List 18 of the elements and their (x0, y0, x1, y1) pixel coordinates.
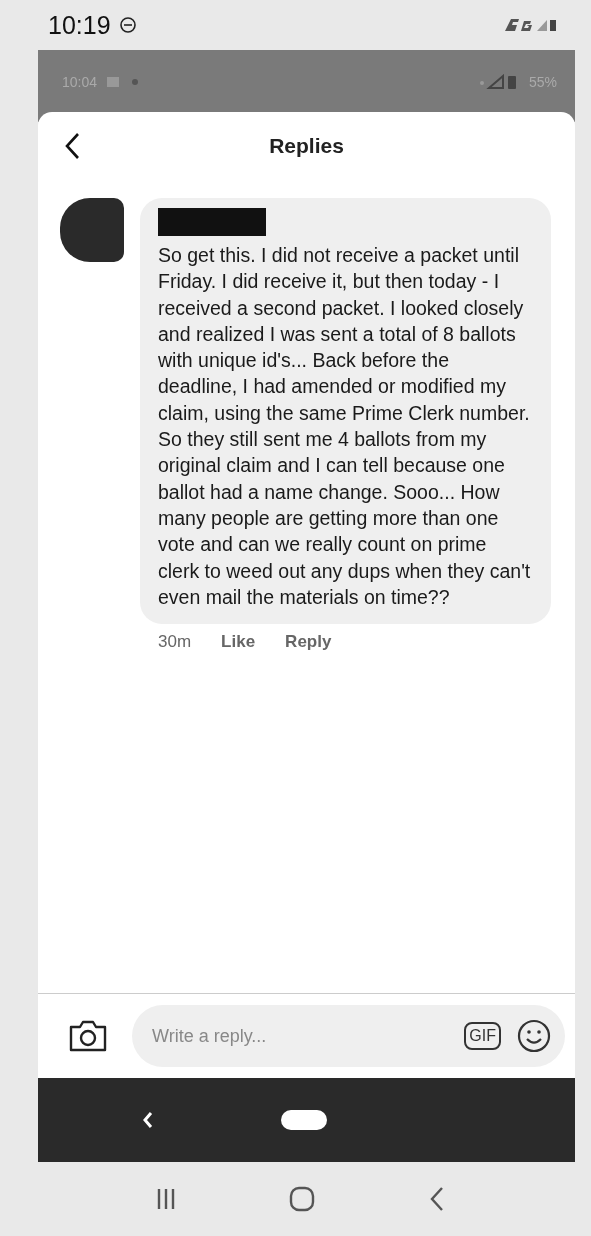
signal-battery-icons (478, 74, 519, 90)
gif-button[interactable]: GIF (464, 1022, 501, 1050)
comment-action-link[interactable]: Like (221, 632, 256, 653)
recent-apps-icon[interactable] (156, 1187, 177, 1211)
reply-input-field[interactable]: Write a reply... GIF (132, 1005, 565, 1067)
status-time: 10:19 (48, 10, 111, 40)
back-icon[interactable] (64, 132, 80, 160)
comment-text: So get this. I did not receive a packet until Friday. I did receive it, but then today - I received a second packet. I looked closely and realized I was sent a total of 8 ballots with unique id's... Back before the deadline, I had amended or modified my claim, using the same Prime Clerk number. So they still sent me 4 ballots from my original claim and I can tell because one ballot had a name change. Sooo... How many people are getting more than one vote and can we really count on prime clerk to weed out any dups when they can't even mail the materials on time?? (158, 243, 532, 610)
page-title: Replies (269, 134, 344, 158)
do-not-disturb-icon (118, 16, 137, 34)
camera-icon[interactable] (68, 1019, 108, 1053)
comment-time: 30m (158, 632, 192, 653)
back-icon[interactable] (428, 1186, 445, 1212)
home-pill-icon[interactable] (280, 1109, 328, 1131)
emoji-icon[interactable] (517, 1019, 551, 1053)
home-icon[interactable] (288, 1185, 317, 1213)
comment-action-link[interactable]: Reply (285, 632, 332, 653)
avatar (60, 198, 124, 262)
